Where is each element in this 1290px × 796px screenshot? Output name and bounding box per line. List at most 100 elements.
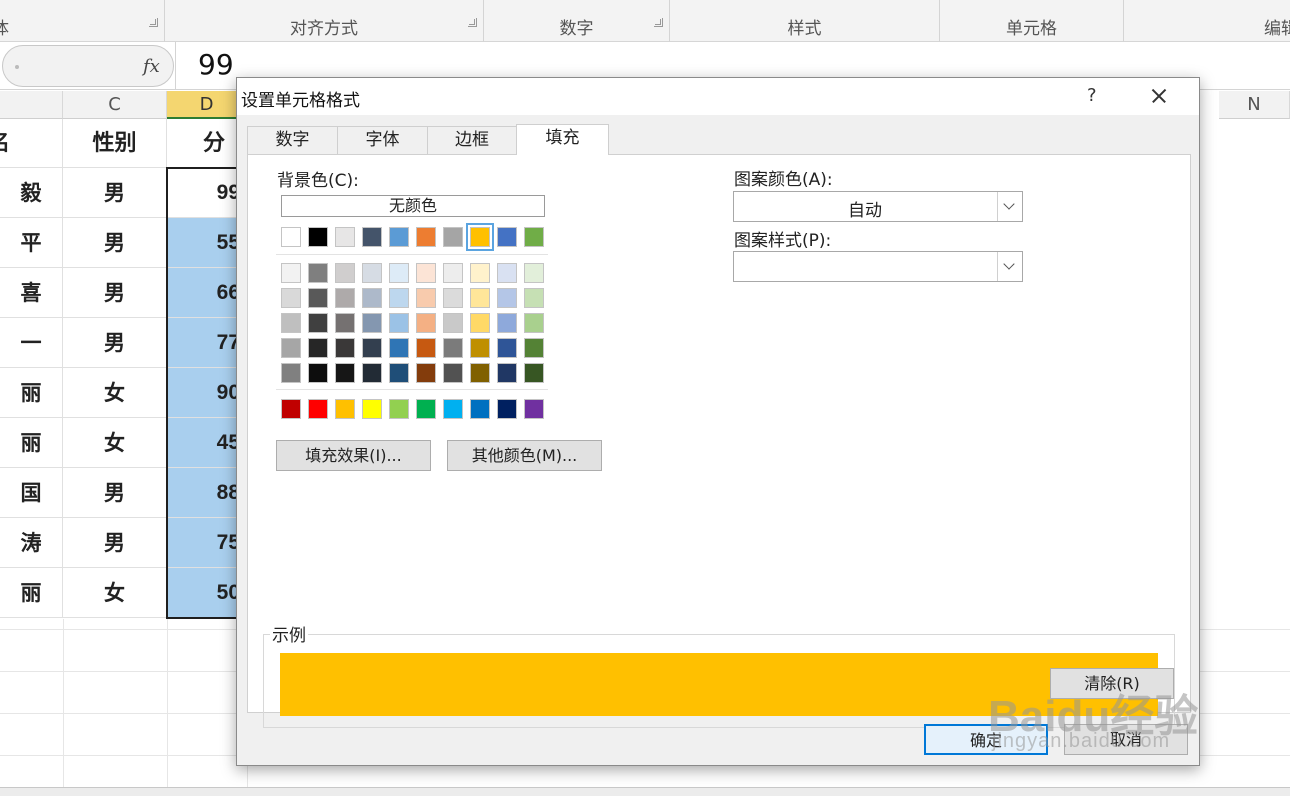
color-swatch[interactable] — [308, 399, 328, 419]
color-swatch[interactable] — [524, 313, 544, 333]
dialog-launcher-icon[interactable] — [149, 18, 158, 27]
color-swatch[interactable] — [497, 227, 517, 247]
color-swatch[interactable] — [524, 288, 544, 308]
color-swatch[interactable] — [443, 263, 463, 283]
color-swatch[interactable] — [308, 313, 328, 333]
color-swatch[interactable] — [389, 363, 409, 383]
more-colors-button[interactable]: 其他颜色(M)... — [447, 440, 602, 471]
color-swatch[interactable] — [389, 288, 409, 308]
color-swatch[interactable] — [281, 338, 301, 358]
color-swatch[interactable] — [497, 263, 517, 283]
color-swatch[interactable] — [281, 313, 301, 333]
cell-name[interactable]: 国 — [0, 468, 63, 518]
color-swatch[interactable] — [362, 399, 382, 419]
color-swatch[interactable] — [470, 288, 490, 308]
color-swatch[interactable] — [281, 288, 301, 308]
color-swatch[interactable] — [470, 263, 490, 283]
color-swatch[interactable] — [389, 313, 409, 333]
name-box[interactable]: fx — [2, 45, 174, 87]
no-color-button[interactable]: 无颜色 — [281, 195, 545, 217]
color-swatch[interactable] — [416, 288, 436, 308]
color-swatch[interactable] — [308, 227, 328, 247]
cell-gender[interactable]: 女 — [63, 568, 167, 618]
color-swatch[interactable] — [335, 313, 355, 333]
color-swatch[interactable] — [470, 338, 490, 358]
tab-number[interactable]: 数字 — [247, 126, 338, 154]
color-swatch[interactable] — [335, 227, 355, 247]
color-swatch[interactable] — [308, 263, 328, 283]
dialog-launcher-icon[interactable] — [468, 18, 477, 27]
tab-fill[interactable]: 填充 — [516, 124, 609, 155]
color-swatch[interactable] — [362, 313, 382, 333]
color-swatch[interactable] — [308, 363, 328, 383]
color-swatch[interactable] — [308, 288, 328, 308]
color-swatch[interactable] — [362, 263, 382, 283]
cell-score-header[interactable]: 分数 — [167, 119, 247, 205]
cell-gender[interactable]: 男 — [63, 518, 167, 568]
color-swatch[interactable] — [416, 363, 436, 383]
color-swatch[interactable] — [443, 227, 463, 247]
color-swatch[interactable] — [416, 313, 436, 333]
color-swatch[interactable] — [416, 399, 436, 419]
cell-gender[interactable]: 男 — [63, 168, 167, 218]
color-swatch[interactable] — [497, 313, 517, 333]
column-header-n[interactable]: N — [1219, 91, 1290, 119]
color-swatch[interactable] — [281, 227, 301, 247]
color-swatch[interactable] — [362, 338, 382, 358]
color-swatch[interactable] — [281, 363, 301, 383]
color-swatch[interactable] — [497, 288, 517, 308]
color-swatch[interactable] — [281, 263, 301, 283]
formula-input[interactable]: 99 — [198, 48, 234, 81]
cell-gender[interactable]: 男 — [63, 318, 167, 368]
color-swatch[interactable] — [362, 363, 382, 383]
cell-name-header[interactable]: 名 — [0, 119, 63, 168]
fill-effects-button[interactable]: 填充效果(I)... — [276, 440, 431, 471]
cell-name[interactable]: 喜 — [0, 268, 63, 318]
color-swatch[interactable] — [389, 263, 409, 283]
cell-name[interactable]: 平 — [0, 218, 63, 268]
color-swatch[interactable] — [443, 363, 463, 383]
column-header-c[interactable]: C — [63, 91, 167, 119]
color-swatch[interactable] — [524, 338, 544, 358]
color-swatch[interactable] — [470, 313, 490, 333]
color-swatch[interactable] — [443, 313, 463, 333]
cell-name[interactable]: 丽 — [0, 368, 63, 418]
color-swatch[interactable] — [443, 399, 463, 419]
cell-name[interactable]: 涛 — [0, 518, 63, 568]
color-swatch[interactable] — [470, 399, 490, 419]
dialog-launcher-icon[interactable] — [654, 18, 663, 27]
color-swatch[interactable] — [443, 288, 463, 308]
color-swatch[interactable] — [335, 263, 355, 283]
color-swatch[interactable] — [281, 399, 301, 419]
color-swatch[interactable] — [416, 338, 436, 358]
tab-font[interactable]: 字体 — [337, 126, 428, 154]
cell-gender[interactable]: 男 — [63, 468, 167, 518]
pattern-color-dropdown[interactable]: 自动 — [733, 191, 1023, 222]
color-swatch[interactable] — [389, 338, 409, 358]
tab-border[interactable]: 边框 — [427, 126, 517, 154]
color-swatch[interactable] — [524, 399, 544, 419]
sheet-tab-bar[interactable] — [0, 787, 1290, 796]
color-swatch[interactable] — [335, 399, 355, 419]
color-swatch[interactable] — [362, 288, 382, 308]
color-swatch[interactable] — [335, 363, 355, 383]
color-swatch[interactable] — [524, 363, 544, 383]
color-swatch[interactable] — [497, 363, 517, 383]
help-button[interactable]: ? — [1087, 85, 1097, 106]
color-swatch[interactable] — [416, 263, 436, 283]
color-swatch[interactable] — [466, 223, 494, 251]
color-swatch[interactable] — [308, 338, 328, 358]
color-swatch[interactable] — [470, 363, 490, 383]
color-swatch[interactable] — [524, 227, 544, 247]
color-swatch[interactable] — [497, 399, 517, 419]
cell-gender[interactable]: 女 — [63, 368, 167, 418]
cell-name[interactable]: 丽 — [0, 418, 63, 468]
cell-gender[interactable]: 男 — [63, 218, 167, 268]
column-header-b[interactable] — [0, 91, 63, 119]
color-swatch[interactable] — [497, 338, 517, 358]
close-icon[interactable] — [1141, 81, 1177, 111]
pattern-style-dropdown[interactable] — [733, 251, 1023, 282]
column-header-d[interactable]: D — [167, 91, 247, 119]
color-swatch[interactable] — [389, 227, 409, 247]
color-swatch[interactable] — [416, 227, 436, 247]
